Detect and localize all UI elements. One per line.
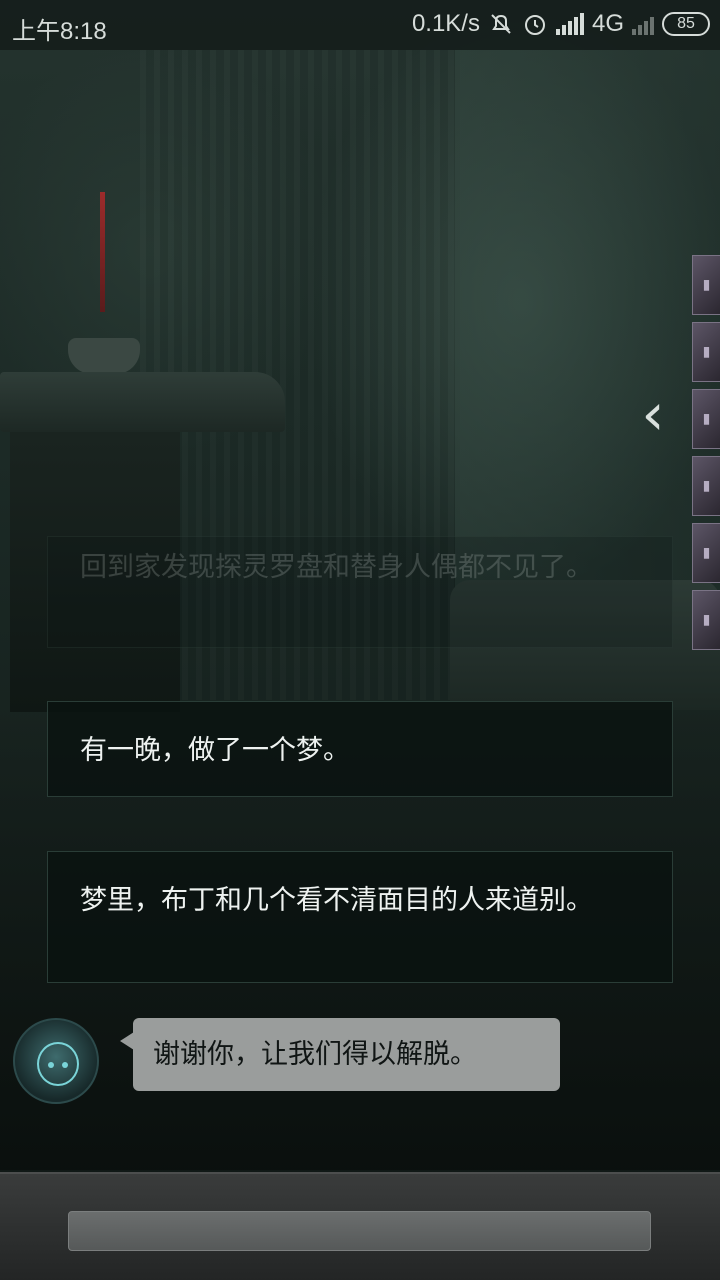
net-speed: 0.1K/s bbox=[411, 10, 480, 37]
incense-burner bbox=[68, 338, 140, 374]
signal-icon-secondary bbox=[632, 13, 654, 35]
ghost-girl-face-icon bbox=[37, 1042, 79, 1086]
game-screen[interactable]: 上午8:18 0.1K/s 4G 85 ‹ ▮ ▮ ▮ ▮ ▮ ▮ 回到家发现探… bbox=[0, 0, 720, 1280]
side-item-card[interactable]: ▮ bbox=[692, 523, 720, 583]
reply-bar[interactable] bbox=[68, 1211, 651, 1251]
speech-bubble-tail bbox=[120, 1032, 134, 1050]
narration-box: 有一晚，做了一个梦。 bbox=[47, 701, 673, 797]
network-type: 4G bbox=[591, 10, 624, 37]
narration-text: 梦里，布丁和几个看不清面目的人来道别。 bbox=[80, 885, 593, 916]
narration-text: 回到家发现探灵罗盘和替身人偶都不见了。 bbox=[80, 552, 593, 583]
bottom-bar bbox=[0, 1172, 720, 1280]
status-bar: 上午8:18 0.1K/s 4G 85 bbox=[0, 0, 720, 50]
narration-text: 有一晚，做了一个梦。 bbox=[80, 735, 350, 766]
side-item-card[interactable]: ▮ bbox=[692, 322, 720, 382]
character-avatar bbox=[13, 1018, 99, 1104]
status-time: 上午8:18 bbox=[12, 18, 107, 45]
speech-text: 谢谢你，让我们得以解脱。 bbox=[153, 1039, 477, 1070]
incense-stick bbox=[100, 192, 105, 312]
status-icons: 0.1K/s 4G 85 bbox=[412, 10, 710, 38]
speech-bubble: 谢谢你，让我们得以解脱。 bbox=[133, 1018, 560, 1091]
narration-box: 梦里，布丁和几个看不清面目的人来道别。 bbox=[47, 851, 673, 983]
side-item-card[interactable]: ▮ bbox=[692, 255, 720, 315]
battery-indicator: 85 bbox=[662, 12, 710, 36]
side-item-strip[interactable]: ▮ ▮ ▮ ▮ ▮ ▮ bbox=[692, 255, 720, 657]
mute-bell-icon bbox=[488, 11, 514, 37]
narration-box: 回到家发现探灵罗盘和替身人偶都不见了。 bbox=[47, 536, 673, 648]
side-item-card[interactable]: ▮ bbox=[692, 590, 720, 650]
side-item-card[interactable]: ▮ bbox=[692, 456, 720, 516]
chevron-left-icon[interactable]: ‹ bbox=[632, 385, 674, 447]
side-item-card[interactable]: ▮ bbox=[692, 389, 720, 449]
signal-icon bbox=[555, 13, 584, 35]
alarm-icon bbox=[522, 11, 548, 37]
altar-table bbox=[0, 372, 285, 432]
